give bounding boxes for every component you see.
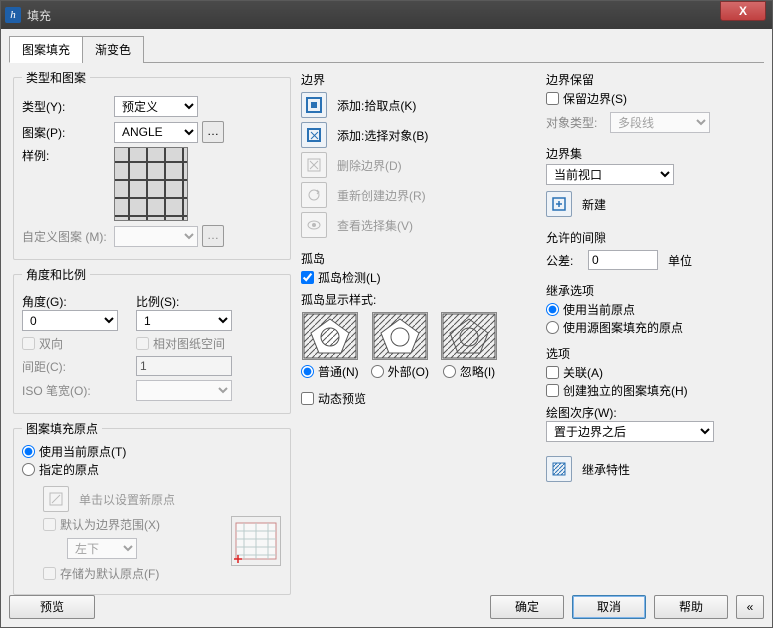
independent-checkbox[interactable]: 创建独立的图案填充(H) xyxy=(546,382,688,399)
preview-button[interactable]: 预览 xyxy=(9,595,95,619)
group-angle-scale: 角度和比例 角度(G): 0 比例(S): 1 双向 相对图纸空间 xyxy=(13,266,291,414)
island-header: 孤岛 xyxy=(301,250,536,267)
boundary-header: 边界 xyxy=(301,71,536,88)
type-select[interactable]: 预定义 xyxy=(114,96,198,117)
rel-paper-checkbox: 相对图纸空间 xyxy=(136,335,225,352)
tab-gradient[interactable]: 渐变色 xyxy=(82,36,144,63)
recreate-boundary-button: 重新创建边界(R) xyxy=(301,182,536,208)
window-title: 填充 xyxy=(27,7,768,24)
view-selection-icon xyxy=(301,212,327,238)
legend-origin: 图案填充原点 xyxy=(22,420,102,437)
options-header: 选项 xyxy=(546,345,736,362)
island-normal-pic[interactable] xyxy=(302,312,358,360)
help-button[interactable]: 帮助 xyxy=(654,595,728,619)
default-extent-checkbox: 默认为边界范围(X) xyxy=(43,516,160,533)
new-icon xyxy=(546,191,572,217)
ok-button[interactable]: 确定 xyxy=(490,595,564,619)
iso-select xyxy=(136,380,232,401)
associative-checkbox[interactable]: 关联(A) xyxy=(546,364,603,381)
group-origin: 图案填充原点 使用当前原点(T) 指定的原点 单击以设置新原点 默认为边界范围(… xyxy=(13,420,291,595)
island-detect-checkbox[interactable]: 孤岛检测(L) xyxy=(301,269,381,286)
tolerance-input[interactable] xyxy=(588,250,658,270)
pick-point-icon xyxy=(301,92,327,118)
scale-select[interactable]: 1 xyxy=(136,310,232,331)
pattern-label: 图案(P): xyxy=(22,124,110,141)
boundary-set-header: 边界集 xyxy=(546,145,736,162)
collapse-button[interactable]: « xyxy=(736,595,764,619)
scale-label: 比例(S): xyxy=(136,293,246,310)
sample-label: 样例: xyxy=(22,147,110,164)
spacing-input xyxy=(136,356,232,376)
set-new-origin-button: 单击以设置新原点 xyxy=(43,486,281,512)
custom-pattern-select xyxy=(114,226,198,247)
delete-boundary-icon xyxy=(301,152,327,178)
view-selection-button: 查看选择集(V) xyxy=(301,212,536,238)
iso-label: ISO 笔宽(O): xyxy=(22,382,132,399)
type-label: 类型(Y): xyxy=(22,98,110,115)
island-style-label: 孤岛显示样式: xyxy=(301,291,536,308)
objtype-select: 多段线 xyxy=(610,112,710,133)
custom-pattern-label: 自定义图案 (M): xyxy=(22,228,110,245)
gap-header: 允许的间隙 xyxy=(546,229,736,246)
add-pick-point-button[interactable]: 添加:拾取点(K) xyxy=(301,92,536,118)
tab-hatch[interactable]: 图案填充 xyxy=(9,36,83,63)
cancel-button[interactable]: 取消 xyxy=(572,595,646,619)
island-outer-radio[interactable]: 外部(O) xyxy=(371,363,429,380)
default-extent-select: 左下 xyxy=(67,538,137,559)
island-ignore-pic[interactable] xyxy=(441,312,497,360)
island-outer-pic[interactable] xyxy=(372,312,428,360)
angle-label: 角度(G): xyxy=(22,293,132,310)
custom-pattern-browse: … xyxy=(202,225,224,247)
delete-boundary-button: 删除边界(D) xyxy=(301,152,536,178)
close-button[interactable]: X xyxy=(720,1,766,21)
pattern-browse-button[interactable]: … xyxy=(202,121,224,143)
origin-use-current-radio[interactable]: 使用当前原点(T) xyxy=(22,443,126,460)
keep-boundary-checkbox[interactable]: 保留边界(S) xyxy=(546,90,627,107)
island-ignore-radio[interactable]: 忽略(I) xyxy=(443,363,495,380)
inherit-use-current-radio[interactable]: 使用当前原点 xyxy=(546,301,635,318)
origin-specified-radio[interactable]: 指定的原点 xyxy=(22,461,99,478)
double-checkbox: 双向 xyxy=(22,335,132,352)
unit-label: 单位 xyxy=(668,252,692,269)
select-object-icon xyxy=(301,122,327,148)
angle-select[interactable]: 0 xyxy=(22,310,118,331)
legend-angle-scale: 角度和比例 xyxy=(22,266,90,283)
origin-preview xyxy=(231,516,281,566)
add-select-object-button[interactable]: 添加:选择对象(B) xyxy=(301,122,536,148)
store-default-checkbox: 存储为默认原点(F) xyxy=(43,565,159,582)
dynamic-preview-checkbox[interactable]: 动态预览 xyxy=(301,390,536,407)
objtype-label: 对象类型: xyxy=(546,114,606,131)
inherit-properties-icon xyxy=(546,456,572,482)
inherit-properties-button[interactable]: 继承特性 xyxy=(546,456,736,482)
legend-type-pattern: 类型和图案 xyxy=(22,69,90,86)
draworder-select[interactable]: 置于边界之后 xyxy=(546,421,714,442)
group-type-pattern: 类型和图案 类型(Y): 预定义 图案(P): ANGLE … 样例: xyxy=(13,69,291,260)
pattern-select[interactable]: ANGLE xyxy=(114,122,198,143)
boundary-retain-header: 边界保留 xyxy=(546,71,736,88)
sample-swatch[interactable] xyxy=(114,147,188,221)
spacing-label: 间距(C): xyxy=(22,358,132,375)
inherit-use-source-radio[interactable]: 使用源图案填充的原点 xyxy=(546,319,683,336)
island-normal-radio[interactable]: 普通(N) xyxy=(301,363,359,380)
boundary-set-select[interactable]: 当前视口 xyxy=(546,164,674,185)
inherit-options-header: 继承选项 xyxy=(546,282,736,299)
app-icon: h xyxy=(5,7,21,23)
boundary-set-new-button[interactable]: 新建 xyxy=(546,191,736,217)
recreate-boundary-icon xyxy=(301,182,327,208)
tabstrip: 图案填充 渐变色 xyxy=(9,35,764,63)
tolerance-label: 公差: xyxy=(546,252,584,269)
draworder-label: 绘图次序(W): xyxy=(546,404,736,421)
